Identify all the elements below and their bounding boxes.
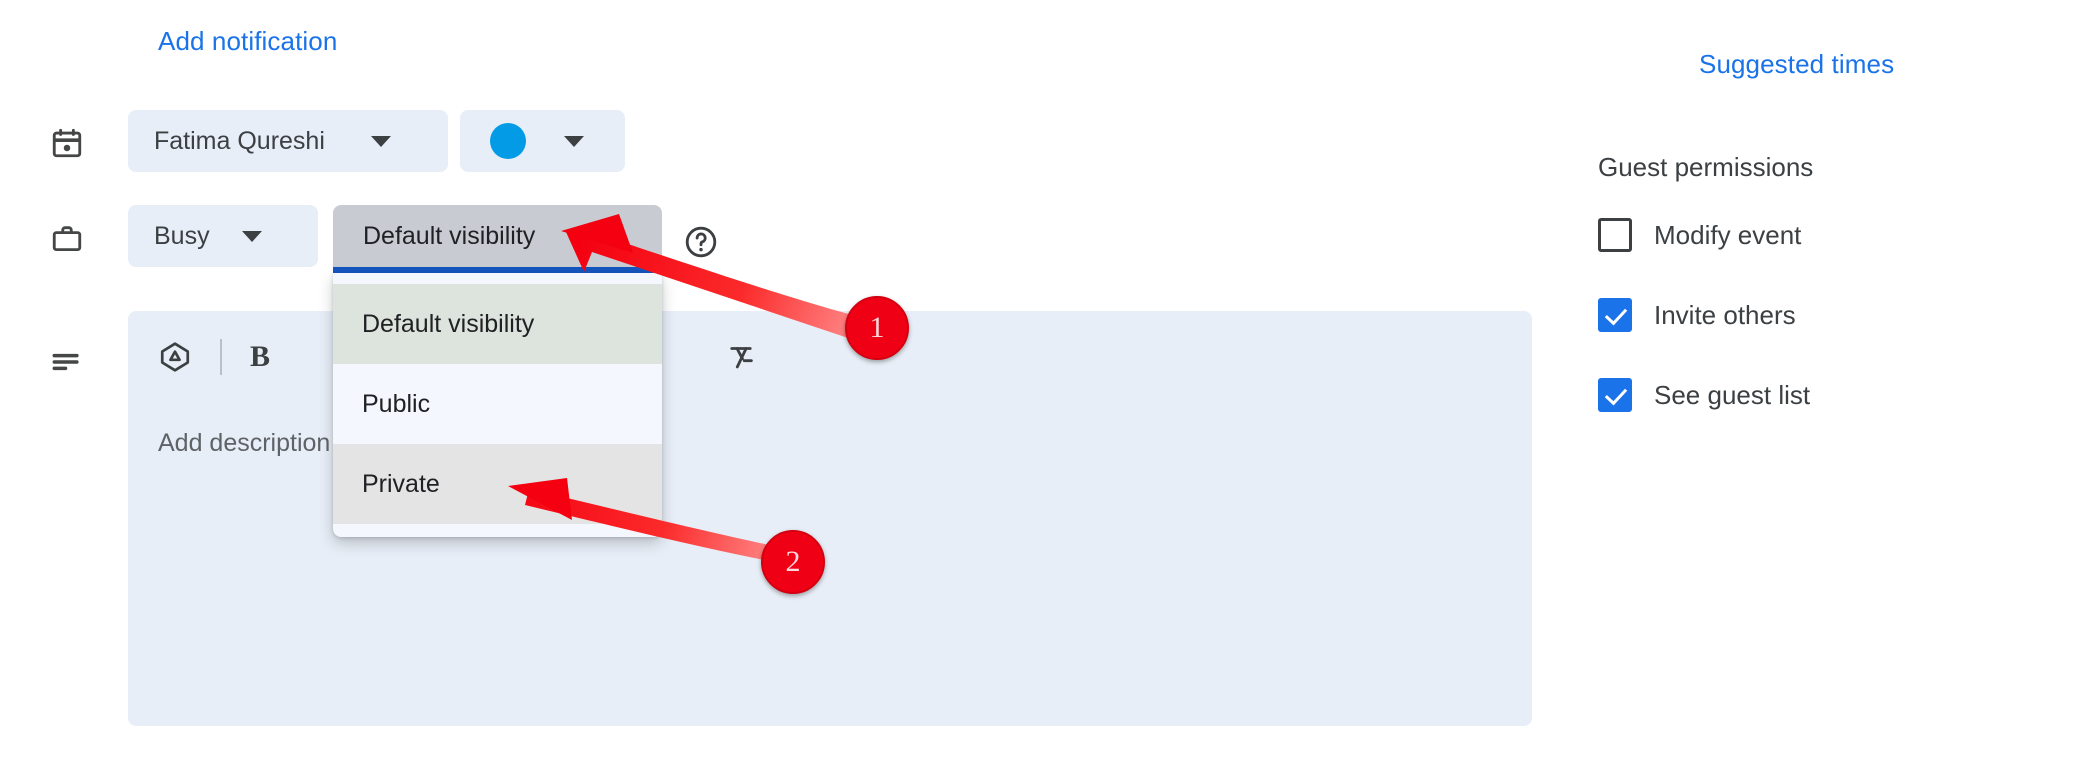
permission-modify-event[interactable]: Modify event bbox=[1598, 218, 1801, 252]
menu-item-public[interactable]: Public bbox=[333, 364, 662, 444]
briefcase-icon bbox=[50, 222, 84, 256]
calendar-icon bbox=[50, 126, 84, 160]
menu-item-private[interactable]: Private bbox=[333, 444, 662, 524]
menu-item-label: Public bbox=[362, 389, 431, 418]
add-notification-link[interactable]: Add notification bbox=[158, 26, 337, 57]
permission-label: Modify event bbox=[1654, 219, 1802, 250]
availability-dropdown[interactable]: Busy bbox=[128, 205, 318, 267]
callout-badge-1: 1 bbox=[845, 296, 909, 360]
toolbar-divider bbox=[220, 339, 222, 375]
checkbox-checked-icon[interactable] bbox=[1598, 378, 1632, 412]
description-lines-icon bbox=[50, 345, 84, 379]
guest-permissions-title: Guest permissions bbox=[1598, 152, 1814, 182]
chevron-down-icon bbox=[564, 135, 584, 147]
checkbox-checked-icon[interactable] bbox=[1598, 298, 1632, 332]
help-circle-icon[interactable] bbox=[683, 224, 719, 260]
suggested-times-link[interactable]: Suggested times bbox=[1699, 49, 1894, 80]
event-color-swatch bbox=[490, 123, 526, 159]
visibility-dropdown-trigger[interactable]: Default visibility bbox=[333, 205, 662, 267]
clear-formatting-icon[interactable] bbox=[724, 340, 758, 374]
permission-label: See guest list bbox=[1654, 379, 1811, 410]
chevron-down-icon bbox=[370, 135, 391, 147]
calendar-owner-value: Fatima Qureshi bbox=[154, 126, 325, 155]
gemini-ai-icon[interactable] bbox=[158, 340, 192, 374]
event-color-dropdown[interactable] bbox=[460, 110, 625, 172]
chevron-down-icon bbox=[241, 230, 262, 242]
callout-badge-2: 2 bbox=[761, 530, 825, 594]
permission-label: Invite others bbox=[1654, 299, 1796, 330]
description-placeholder[interactable]: Add description bbox=[158, 429, 330, 458]
menu-item-label: Private bbox=[362, 469, 440, 498]
checkbox-unchecked-icon[interactable] bbox=[1598, 218, 1632, 252]
menu-item-default-visibility[interactable]: Default visibility bbox=[333, 284, 662, 364]
visibility-value: Default visibility bbox=[363, 221, 536, 250]
permission-see-guest-list[interactable]: See guest list bbox=[1598, 378, 1810, 412]
visibility-dropdown-menu: Default visibility Public Private bbox=[333, 273, 662, 537]
menu-item-label: Default visibility bbox=[362, 309, 535, 338]
permission-invite-others[interactable]: Invite others bbox=[1598, 298, 1796, 332]
calendar-owner-dropdown[interactable]: Fatima Qureshi bbox=[128, 110, 448, 172]
availability-value: Busy bbox=[154, 221, 210, 250]
bold-icon[interactable]: B bbox=[250, 342, 270, 372]
